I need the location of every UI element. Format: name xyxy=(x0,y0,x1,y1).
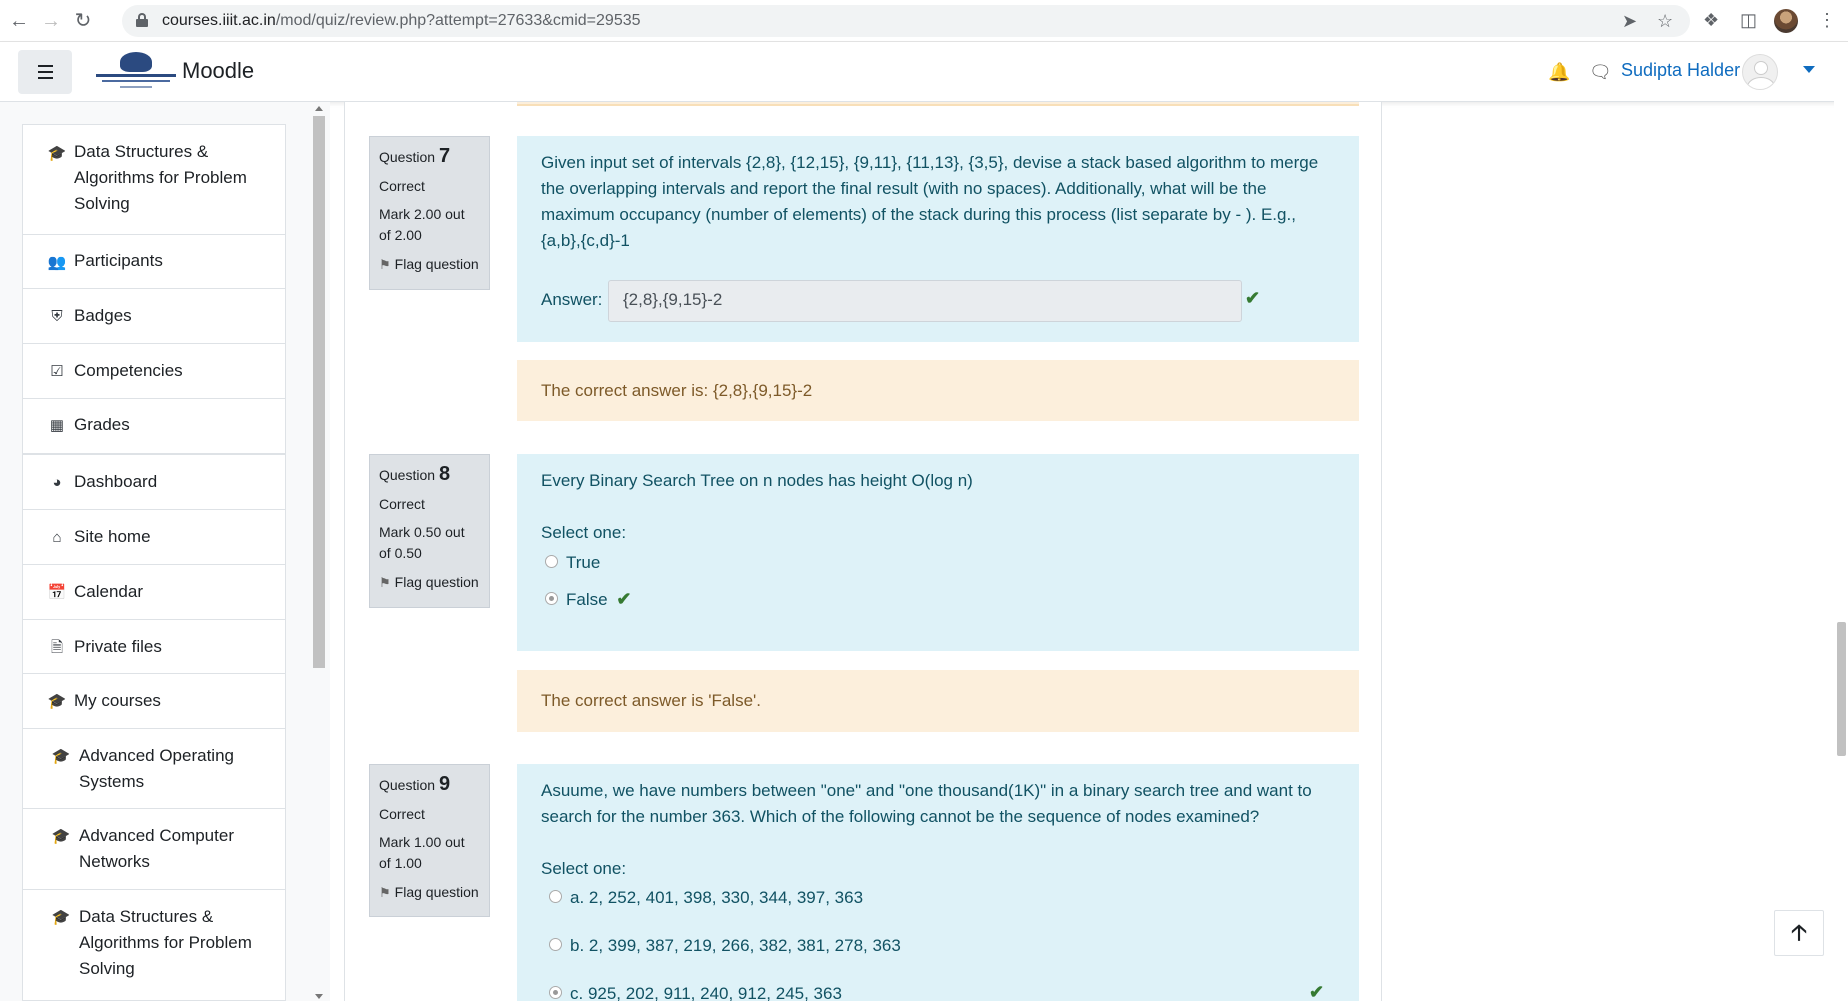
user-menu-caret-icon[interactable] xyxy=(1803,66,1815,73)
flag-icon: ⚑ xyxy=(379,257,391,272)
question-feedback-7: The correct answer is: {2,8},{9,15}-2 xyxy=(517,360,1359,421)
back-arrow-icon[interactable]: ← xyxy=(8,10,30,32)
lock-icon xyxy=(136,13,148,27)
question-info-9: Question 9 Correct Mark 1.00 out of 1.00… xyxy=(369,764,490,917)
question-state: Correct xyxy=(379,496,425,512)
forward-arrow-icon[interactable]: → xyxy=(40,10,62,32)
site-nav-group: ◕ Dashboard ⌂ Site home 📅 Calendar 🗎 Pri… xyxy=(22,454,286,1001)
side-panel-icon[interactable]: ◫ xyxy=(1740,10,1757,31)
extensions-icon[interactable]: ❖ xyxy=(1703,10,1719,31)
quiz-review-region: Question 7 Correct Mark 2.00 out of 2.00… xyxy=(344,102,1382,1001)
flag-question-link[interactable]: ⚑ Flag question xyxy=(379,256,480,273)
address-bar[interactable]: courses.iiit.ac.in/mod/quiz/review.php?a… xyxy=(122,5,1690,37)
question-text: Every Binary Search Tree on n nodes has … xyxy=(541,471,973,490)
correct-check-icon: ✔ xyxy=(1245,288,1261,308)
drawer-toggle-button[interactable] xyxy=(18,50,72,94)
question-number: Question 7 xyxy=(379,145,451,167)
iiit-logo[interactable] xyxy=(96,52,176,92)
menu-kebab-icon[interactable]: ⋮ xyxy=(1818,10,1836,31)
nav-item-course-dsa[interactable]: 🎓 Data Structures & Algorithms for Probl… xyxy=(23,890,285,1000)
question-text: Given input set of intervals {2,8}, {12,… xyxy=(541,153,1319,250)
question-text: Asuume, we have numbers between "one" an… xyxy=(541,781,1312,826)
graduation-cap-icon: 🎓 xyxy=(51,909,71,926)
question-feedback-8: The correct answer is 'False'. xyxy=(517,670,1359,732)
nav-item-calendar[interactable]: 📅 Calendar xyxy=(23,565,285,620)
question-info-7: Question 7 Correct Mark 2.00 out of 2.00… xyxy=(369,136,490,290)
browser-toolbar: ← → ↻ courses.iiit.ac.in/mod/quiz/review… xyxy=(0,0,1848,42)
option-b[interactable]: b. 2, 399, 387, 219, 266, 382, 381, 278,… xyxy=(549,936,901,956)
nav-item-competencies[interactable]: ☑ Competencies xyxy=(23,344,285,399)
site-brand[interactable]: Moodle xyxy=(182,58,254,84)
home-icon: ⌂ xyxy=(52,529,62,546)
star-icon[interactable]: ☆ xyxy=(1657,11,1673,32)
radio-false[interactable] xyxy=(545,592,558,606)
nav-item-dashboard[interactable]: ◕ Dashboard xyxy=(23,455,285,510)
correct-check-icon: ✔ xyxy=(1309,982,1325,1001)
user-avatar[interactable] xyxy=(1742,54,1778,90)
flag-icon: ⚑ xyxy=(379,575,391,590)
table-icon: ▦ xyxy=(49,417,65,434)
check-square-icon: ☑ xyxy=(50,363,64,380)
flag-question-link[interactable]: ⚑ Flag question xyxy=(379,574,480,591)
option-c[interactable]: c. 925, 202, 911, 240, 912, 245, 363 xyxy=(549,984,842,1001)
answer-label: Answer: xyxy=(541,290,603,309)
question-grade: Mark 0.50 out of 0.50 xyxy=(379,524,465,561)
question-grade: Mark 2.00 out of 2.00 xyxy=(379,206,465,243)
nav-drawer: 🎓 Data Structures & Algorithms for Probl… xyxy=(0,102,330,1001)
previous-feedback-edge xyxy=(517,102,1359,106)
tachometer-icon: ◕ xyxy=(52,474,62,491)
select-one-prompt: Select one: xyxy=(541,523,627,542)
question-number: Question 9 xyxy=(379,773,451,795)
option-a[interactable]: a. 2, 252, 401, 398, 330, 344, 397, 363 xyxy=(549,888,863,908)
nav-item-course-advanced-networks[interactable]: 🎓 Advanced Computer Networks xyxy=(23,809,285,890)
share-icon[interactable]: ➤ xyxy=(1622,11,1637,32)
radio-true[interactable] xyxy=(545,555,558,569)
correct-check-icon: ✔ xyxy=(616,589,632,609)
graduation-cap-icon: 🎓 xyxy=(51,748,71,765)
nav-item-grades[interactable]: ▦ Grades xyxy=(23,399,285,453)
nav-item-course-home[interactable]: 🎓 Data Structures & Algorithms for Probl… xyxy=(23,125,285,235)
question-state: Correct xyxy=(379,806,425,822)
url-text[interactable]: courses.iiit.ac.in/mod/quiz/review.php?a… xyxy=(162,12,641,30)
users-icon: 👥 xyxy=(47,254,67,271)
flag-icon: ⚑ xyxy=(379,885,391,900)
nav-item-badges[interactable]: ⛨ Badges xyxy=(23,289,285,344)
graduation-cap-icon: 🎓 xyxy=(47,145,67,162)
question-number: Question 8 xyxy=(379,463,451,485)
radio-b[interactable] xyxy=(549,938,562,952)
flag-question-link[interactable]: ⚑ Flag question xyxy=(379,884,480,901)
option-false[interactable]: False ✔ xyxy=(545,589,631,610)
course-nav-group: 🎓 Data Structures & Algorithms for Probl… xyxy=(22,124,286,454)
browser-profile-avatar[interactable] xyxy=(1774,9,1798,33)
back-to-top-button[interactable]: 🡡 xyxy=(1774,910,1824,956)
file-icon: 🗎 xyxy=(50,639,64,656)
option-true[interactable]: True xyxy=(545,553,600,573)
comment-icon[interactable]: 🗨 xyxy=(1589,62,1612,83)
calendar-icon: 📅 xyxy=(47,584,67,601)
page-scrollbar[interactable] xyxy=(1834,42,1848,1001)
question-info-8: Question 8 Correct Mark 0.50 out of 0.50… xyxy=(369,454,490,608)
bell-icon[interactable]: 🔔 xyxy=(1548,62,1570,83)
nav-item-my-courses[interactable]: 🎓 My courses xyxy=(23,674,285,729)
select-one-prompt: Select one: xyxy=(541,859,627,878)
nav-item-participants[interactable]: 👥 Participants xyxy=(23,235,285,289)
drawer-scrollbar[interactable] xyxy=(312,104,326,1001)
user-name[interactable]: Sudipta Halder xyxy=(1621,60,1740,81)
answer-input[interactable]: {2,8},{9,15}-2 xyxy=(608,280,1242,322)
nav-item-course-advanced-os[interactable]: 🎓 Advanced Operating Systems xyxy=(23,729,285,809)
question-grade: Mark 1.00 out of 1.00 xyxy=(379,834,465,871)
radio-a[interactable] xyxy=(549,890,562,904)
nav-item-site-home[interactable]: ⌂ Site home xyxy=(23,510,285,565)
nav-item-private-files[interactable]: 🗎 Private files xyxy=(23,620,285,674)
moodle-navbar: Moodle 🔔 🗨 Sudipta Halder xyxy=(0,42,1848,102)
shield-icon: ⛨ xyxy=(51,308,63,325)
radio-c[interactable] xyxy=(549,986,562,1000)
arrow-up-icon: 🡡 xyxy=(1791,920,1807,945)
question-state: Correct xyxy=(379,178,425,194)
graduation-cap-icon: 🎓 xyxy=(51,828,71,845)
graduation-cap-icon: 🎓 xyxy=(47,693,67,710)
reload-icon[interactable]: ↻ xyxy=(72,10,94,32)
question-formulation-8: Every Binary Search Tree on n nodes has … xyxy=(517,454,1359,651)
question-formulation-9: Asuume, we have numbers between "one" an… xyxy=(517,764,1359,1001)
